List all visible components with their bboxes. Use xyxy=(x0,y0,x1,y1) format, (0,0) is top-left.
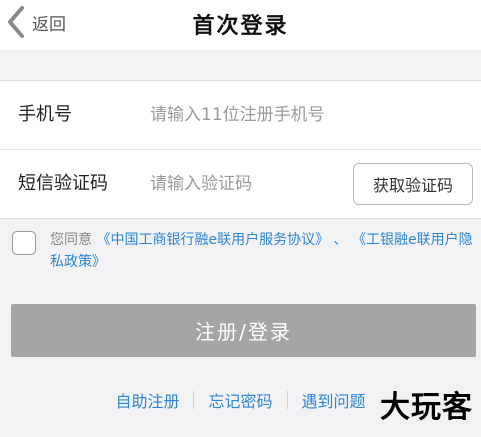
phone-row: 手机号 xyxy=(0,81,481,149)
sms-code-label: 短信验证码 xyxy=(18,173,108,194)
agreement-checkbox[interactable] xyxy=(12,231,36,255)
help-link[interactable]: 遇到问题 xyxy=(288,388,380,412)
get-code-button[interactable]: 获取验证码 xyxy=(353,163,473,205)
top-navbar: 返回 首次登录 xyxy=(0,0,481,50)
phone-label: 手机号 xyxy=(18,104,72,125)
phone-input[interactable] xyxy=(150,99,460,131)
agreement-prefix: 您同意 xyxy=(50,232,92,248)
forgot-password-link[interactable]: 忘记密码 xyxy=(194,388,286,412)
register-login-button[interactable]: 注册/登录 xyxy=(11,304,476,357)
login-form: 手机号 短信验证码 获取验证码 xyxy=(0,80,481,219)
agreement-section: 您同意 《中国工商银行融e联用户服务协议》 、 《工银融e联用户隐私政策》 xyxy=(12,229,474,273)
sms-code-input[interactable] xyxy=(150,168,340,200)
self-register-link[interactable]: 自助注册 xyxy=(101,388,193,412)
watermark: 大玩客 xyxy=(380,390,473,425)
agreement-separator: 、 xyxy=(333,232,348,248)
page-title: 首次登录 xyxy=(192,14,289,39)
service-agreement-link[interactable]: 《中国工商银行融e联用户服务协议》 xyxy=(96,232,329,248)
sms-row: 短信验证码 获取验证码 xyxy=(0,149,481,218)
agreement-text: 您同意 《中国工商银行融e联用户服务协议》 、 《工银融e联用户隐私政策》 xyxy=(50,229,474,273)
